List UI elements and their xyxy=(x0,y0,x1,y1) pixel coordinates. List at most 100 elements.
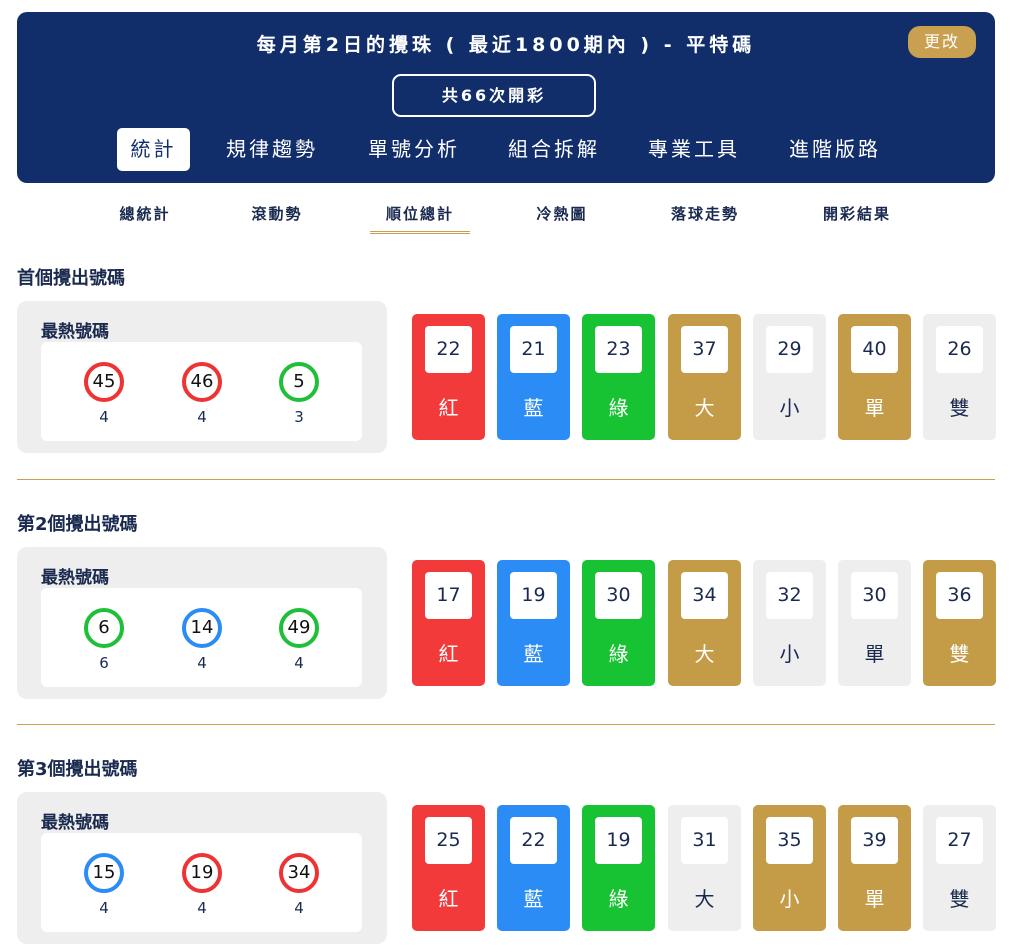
stat-value: 27 xyxy=(936,817,983,864)
stat-value: 26 xyxy=(936,326,983,373)
stat-card-big: 34 大 xyxy=(668,560,741,686)
main-tab-stats[interactable]: 統計 xyxy=(117,128,190,171)
sub-tab-ball-trend[interactable]: 落球走勢 xyxy=(660,203,750,224)
stat-value: 17 xyxy=(425,572,472,619)
section-title: 第3個攪出號碼 xyxy=(17,759,138,780)
stat-card-blue: 19 藍 xyxy=(497,560,570,686)
number-ball: 19 xyxy=(182,853,222,893)
sub-tab-position[interactable]: 順位總計 xyxy=(370,203,470,234)
stat-card-odd: 40 單 xyxy=(838,314,911,440)
stat-card-small: 32 小 xyxy=(753,560,826,686)
stat-value: 29 xyxy=(766,326,813,373)
stat-label: 紅 xyxy=(438,887,459,911)
main-tab-single-analysis[interactable]: 單號分析 xyxy=(359,128,469,171)
stat-value: 30 xyxy=(851,572,898,619)
main-tab-advanced[interactable]: 進階版路 xyxy=(780,128,890,171)
stat-value: 37 xyxy=(681,326,728,373)
hit-count: 4 xyxy=(197,654,207,672)
hot-numbers-label: 最熱號碼 xyxy=(41,322,109,342)
number-ball: 6 xyxy=(84,608,124,648)
stat-label: 大 xyxy=(694,887,715,911)
number-ball: 45 xyxy=(84,362,124,402)
number-ball: 5 xyxy=(279,362,319,402)
stat-label: 雙 xyxy=(949,642,970,666)
stat-label: 大 xyxy=(694,396,715,420)
stat-value: 23 xyxy=(595,326,642,373)
stat-card-even: 26 雙 xyxy=(923,314,996,440)
stat-value: 34 xyxy=(681,572,728,619)
stat-value: 32 xyxy=(766,572,813,619)
draw-count-badge: 共66次開彩 xyxy=(392,74,596,117)
page-title: 每月第2日的攪珠 ( 最近1800期內 ) - 平特碼 xyxy=(256,34,756,56)
stat-label: 小 xyxy=(779,642,800,666)
hit-count: 4 xyxy=(99,899,109,917)
stat-label: 綠 xyxy=(608,642,629,666)
stat-value: 30 xyxy=(595,572,642,619)
stat-label: 大 xyxy=(694,642,715,666)
stat-label: 綠 xyxy=(608,396,629,420)
hit-count: 4 xyxy=(294,654,304,672)
stat-label: 單 xyxy=(864,396,885,420)
stat-value: 31 xyxy=(681,817,728,864)
header-panel: 每月第2日的攪珠 ( 最近1800期內 ) - 平特碼 更改 共66次開彩 統計… xyxy=(17,12,995,183)
hot-numbers-box: 最熱號碼 66 14 4 49 4 xyxy=(17,547,387,699)
hot-number-item: 46 4 xyxy=(172,362,232,426)
stat-label: 小 xyxy=(779,887,800,911)
sub-tab-overall[interactable]: 總統計 xyxy=(110,203,180,224)
main-tab-trends[interactable]: 規律趨勢 xyxy=(217,128,327,171)
stat-label: 藍 xyxy=(523,396,544,420)
sub-tabs: 總統計 滾動勢 順位總計 冷熱圖 落球走勢 開彩結果 xyxy=(0,195,1024,235)
section-title: 首個攪出號碼 xyxy=(17,268,125,289)
stat-label: 綠 xyxy=(608,887,629,911)
section-divider xyxy=(17,724,995,725)
hit-count: 3 xyxy=(294,408,304,426)
hot-numbers-panel: 45 4 46 4 53 xyxy=(41,342,362,441)
hit-count: 4 xyxy=(99,408,109,426)
hot-number-item: 66 xyxy=(74,608,134,672)
stat-card-even: 27 雙 xyxy=(923,805,996,931)
hit-count: 4 xyxy=(197,899,207,917)
stat-value: 21 xyxy=(510,326,557,373)
sub-tab-results[interactable]: 開彩結果 xyxy=(812,203,902,224)
stat-card-big: 31 大 xyxy=(668,805,741,931)
stat-label: 單 xyxy=(864,887,885,911)
stat-label: 藍 xyxy=(523,642,544,666)
stat-value: 25 xyxy=(425,817,472,864)
hot-numbers-label: 最熱號碼 xyxy=(41,568,109,588)
sub-tab-rolling[interactable]: 滾動勢 xyxy=(242,203,312,224)
hot-numbers-label: 最熱號碼 xyxy=(41,813,109,833)
hot-numbers-panel: 66 14 4 49 4 xyxy=(41,588,362,687)
section-divider xyxy=(17,479,995,480)
hot-number-item: 14 4 xyxy=(172,608,232,672)
stat-card-odd: 39 單 xyxy=(838,805,911,931)
hot-number-item: 19 4 xyxy=(172,853,232,917)
number-ball: 49 xyxy=(279,608,319,648)
number-ball: 14 xyxy=(182,608,222,648)
number-ball: 46 xyxy=(182,362,222,402)
main-tab-tools[interactable]: 專業工具 xyxy=(639,128,749,171)
stat-value: 22 xyxy=(425,326,472,373)
stat-card-green: 23 綠 xyxy=(582,314,655,440)
stat-label: 藍 xyxy=(523,887,544,911)
stat-value: 19 xyxy=(595,817,642,864)
hit-count: 4 xyxy=(197,408,207,426)
stat-label: 雙 xyxy=(949,887,970,911)
stat-card-red: 22 紅 xyxy=(412,314,485,440)
hot-number-item: 49 4 xyxy=(269,608,329,672)
hot-number-item: 53 xyxy=(269,362,329,426)
number-ball: 34 xyxy=(279,853,319,893)
stat-card-odd: 30 單 xyxy=(838,560,911,686)
change-button[interactable]: 更改 xyxy=(908,26,976,58)
stat-card-blue: 22 藍 xyxy=(497,805,570,931)
number-ball: 15 xyxy=(84,853,124,893)
main-tab-combination[interactable]: 組合拆解 xyxy=(499,128,609,171)
stat-value: 39 xyxy=(851,817,898,864)
sub-tab-heatmap[interactable]: 冷熱圖 xyxy=(527,203,597,224)
stat-label: 單 xyxy=(864,642,885,666)
stat-card-even: 36 雙 xyxy=(923,560,996,686)
hot-number-item: 45 4 xyxy=(74,362,134,426)
stat-value: 36 xyxy=(936,572,983,619)
stat-card-red: 17 紅 xyxy=(412,560,485,686)
hot-numbers-box: 最熱號碼 45 4 46 4 53 xyxy=(17,301,387,453)
hot-number-item: 34 4 xyxy=(269,853,329,917)
